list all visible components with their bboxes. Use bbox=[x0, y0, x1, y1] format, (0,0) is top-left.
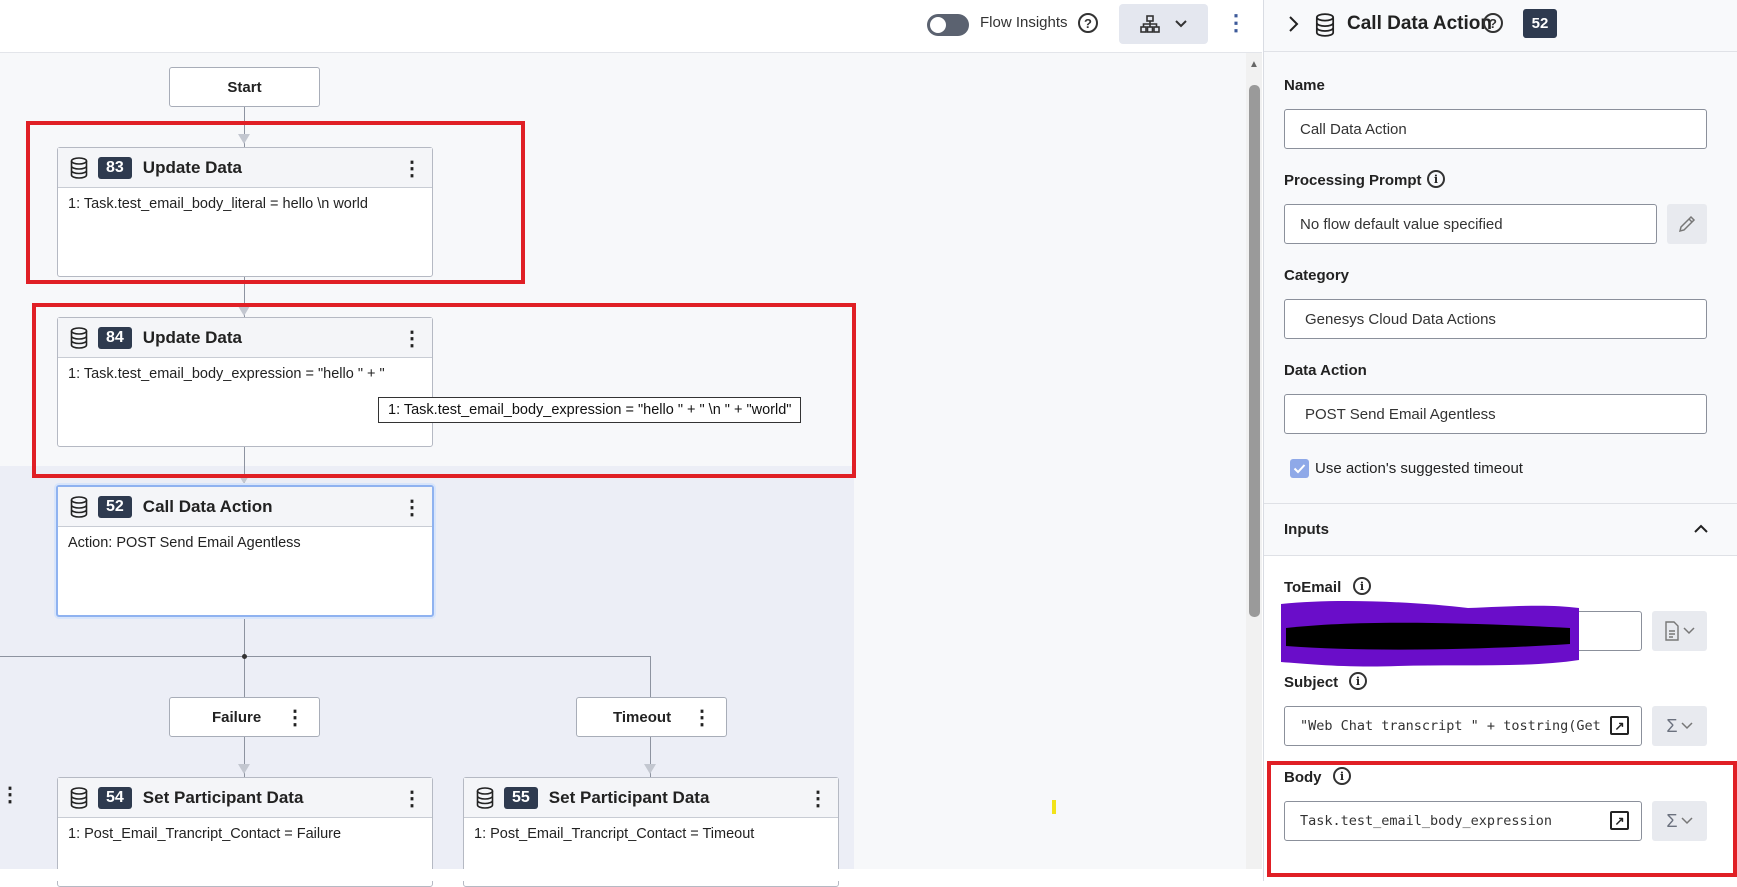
to-email-label: ToEmail bbox=[1284, 579, 1342, 596]
node-header: 54 Set Participant Data ⋮ bbox=[58, 778, 432, 818]
timeout-branch[interactable]: Timeout ⋮ bbox=[576, 697, 727, 737]
chevron-up-icon[interactable] bbox=[1693, 523, 1709, 535]
inputs-section-header[interactable] bbox=[1264, 504, 1737, 555]
start-node[interactable]: Start bbox=[169, 67, 320, 107]
sigma-icon: Σ bbox=[1666, 715, 1678, 736]
scrollbar-thumb[interactable] bbox=[1249, 85, 1260, 617]
node-title: Set Participant Data bbox=[548, 787, 710, 807]
node-header: 55 Set Participant Data ⋮ bbox=[464, 778, 838, 818]
flow-insights-toggle[interactable] bbox=[927, 14, 969, 36]
inputs-label: Inputs bbox=[1284, 521, 1329, 538]
branch-menu-icon[interactable]: ⋮ bbox=[692, 705, 712, 730]
data-action-select[interactable]: POST Send Email Agentless bbox=[1284, 394, 1707, 434]
document-icon bbox=[1665, 621, 1679, 641]
offscreen-node-menu-icon[interactable]: ⋮ bbox=[0, 782, 20, 807]
node-menu-icon[interactable]: ⋮ bbox=[808, 786, 828, 811]
panel-title: Call Data Action bbox=[1347, 13, 1492, 34]
node-number-badge: 55 bbox=[504, 786, 538, 809]
redaction-scribble bbox=[1281, 601, 1579, 667]
node-body-text: 1: Post_Email_Trancript_Contact = Timeou… bbox=[474, 826, 755, 842]
processing-prompt-label: Processing Prompt bbox=[1284, 172, 1422, 189]
database-icon bbox=[70, 495, 88, 518]
info-icon[interactable]: i bbox=[1427, 170, 1445, 188]
chevron-down-icon bbox=[1681, 722, 1693, 730]
node-menu-icon[interactable]: ⋮ bbox=[402, 786, 422, 811]
timeout-checkbox-label: Use action's suggested timeout bbox=[1315, 460, 1523, 477]
panel-number-badge: 52 bbox=[1523, 9, 1557, 38]
branch-junction bbox=[242, 654, 247, 659]
name-input[interactable]: Call Data Action bbox=[1284, 109, 1707, 149]
flow-node-call-data-action-52[interactable]: 52 Call Data Action ⋮ Action: POST Send … bbox=[56, 485, 434, 617]
scroll-up-icon[interactable]: ▲ bbox=[1249, 59, 1259, 70]
database-icon bbox=[476, 786, 494, 809]
annotation-highlight-box bbox=[26, 121, 525, 284]
connector-arrow bbox=[644, 764, 656, 774]
text-cursor-marker bbox=[1052, 800, 1056, 814]
edit-prompt-button[interactable] bbox=[1667, 204, 1707, 244]
timeout-label: Timeout bbox=[613, 708, 672, 726]
connector bbox=[650, 656, 651, 697]
canvas-toolbar bbox=[0, 0, 1262, 53]
help-icon[interactable]: ? bbox=[1078, 13, 1098, 33]
pencil-icon bbox=[1678, 215, 1696, 233]
flow-insights-label: Flow Insights bbox=[980, 14, 1068, 31]
processing-prompt-input[interactable]: No flow default value specified bbox=[1284, 204, 1657, 244]
failure-label: Failure bbox=[212, 708, 262, 726]
to-email-type-button[interactable] bbox=[1652, 611, 1707, 651]
category-label: Category bbox=[1284, 267, 1350, 284]
database-icon bbox=[1315, 13, 1335, 37]
help-icon[interactable]: ? bbox=[1483, 13, 1503, 33]
branch-connector bbox=[0, 656, 651, 657]
annotation-highlight-box bbox=[32, 303, 856, 478]
subject-expression-button[interactable]: Σ bbox=[1652, 706, 1707, 746]
connector bbox=[244, 656, 245, 697]
node-title: Set Participant Data bbox=[142, 787, 304, 807]
info-icon[interactable]: i bbox=[1353, 577, 1371, 595]
subject-expression-input[interactable]: "Web Chat transcript " + tostring(Get bbox=[1284, 706, 1642, 746]
node-number-badge: 52 bbox=[98, 495, 132, 518]
node-header: 52 Call Data Action ⋮ bbox=[58, 487, 432, 527]
chevron-right-icon[interactable] bbox=[1287, 15, 1299, 33]
node-menu-icon[interactable]: ⋮ bbox=[402, 495, 422, 520]
node-body-text: Action: POST Send Email Agentless bbox=[68, 535, 301, 551]
node-body-text: 1: Post_Email_Trancript_Contact = Failur… bbox=[68, 826, 342, 842]
more-options-icon[interactable]: ⋮ bbox=[1225, 10, 1247, 38]
subject-label: Subject bbox=[1284, 674, 1339, 691]
chevron-down-icon bbox=[1174, 20, 1187, 28]
info-icon[interactable]: i bbox=[1349, 672, 1367, 690]
chevron-down-icon bbox=[1683, 627, 1695, 635]
name-label: Name bbox=[1284, 77, 1325, 94]
divider bbox=[1264, 51, 1737, 52]
sitemap-icon bbox=[1139, 15, 1160, 33]
database-icon bbox=[70, 786, 88, 809]
annotation-highlight-box bbox=[1267, 761, 1737, 877]
connector bbox=[244, 616, 245, 656]
layout-dropdown-button[interactable] bbox=[1119, 4, 1208, 44]
bottom-strip bbox=[0, 869, 1263, 881]
expand-editor-icon[interactable]: ↗ bbox=[1610, 716, 1629, 735]
node-number-badge: 54 bbox=[98, 786, 132, 809]
failure-branch[interactable]: Failure ⋮ bbox=[169, 697, 320, 737]
timeout-checkbox[interactable] bbox=[1290, 459, 1309, 478]
data-action-label: Data Action bbox=[1284, 362, 1367, 379]
node-title: Call Data Action bbox=[142, 496, 273, 516]
checkmark-icon bbox=[1293, 464, 1306, 474]
connector-arrow bbox=[238, 764, 250, 774]
category-select[interactable]: Genesys Cloud Data Actions bbox=[1284, 299, 1707, 339]
branch-menu-icon[interactable]: ⋮ bbox=[285, 705, 305, 730]
